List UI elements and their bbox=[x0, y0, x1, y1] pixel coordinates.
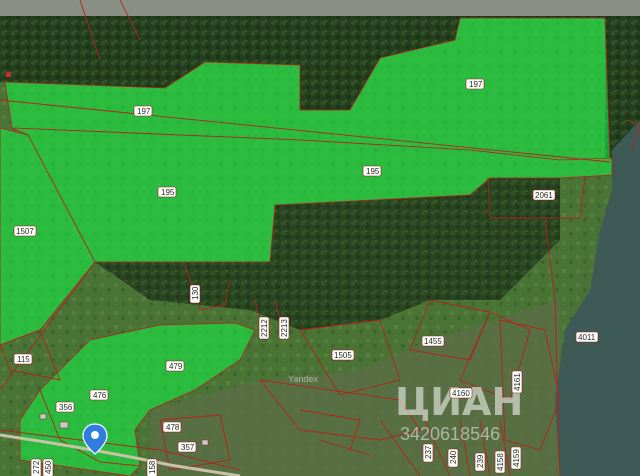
parcel-label-478[interactable]: 478 bbox=[162, 421, 182, 433]
parcel-label-476[interactable]: 476 bbox=[89, 389, 109, 401]
svg-text:237: 237 bbox=[424, 445, 433, 459]
parcel-label-4160[interactable]: 4160 bbox=[449, 387, 473, 399]
svg-text:4011: 4011 bbox=[578, 333, 596, 342]
svg-text:450: 450 bbox=[44, 460, 53, 474]
svg-text:2061: 2061 bbox=[535, 191, 553, 200]
svg-text:197: 197 bbox=[137, 107, 151, 116]
building bbox=[39, 413, 47, 420]
svg-text:4159: 4159 bbox=[512, 449, 521, 467]
parcel-label-1505[interactable]: 1505 bbox=[331, 349, 355, 361]
svg-text:479: 479 bbox=[169, 362, 183, 371]
svg-text:357: 357 bbox=[181, 443, 195, 452]
parcel-label-237[interactable]: 237 bbox=[422, 443, 434, 463]
parcel-label-4011[interactable]: 4011 bbox=[575, 331, 599, 343]
parcel-label-240[interactable]: 240 bbox=[447, 448, 459, 468]
top-strip bbox=[0, 0, 640, 16]
parcel-label-356[interactable]: 356 bbox=[55, 401, 75, 413]
parcel-label-195b[interactable]: 195 bbox=[362, 165, 382, 177]
svg-text:239: 239 bbox=[476, 454, 485, 468]
parcel-label-4161[interactable]: 4161 bbox=[511, 370, 523, 394]
parcel-label-2061[interactable]: 2061 bbox=[532, 189, 556, 201]
building bbox=[59, 421, 69, 429]
watermark-code: 3420618546 bbox=[400, 424, 500, 444]
svg-text:356: 356 bbox=[59, 403, 73, 412]
parcel-label-357[interactable]: 357 bbox=[177, 441, 197, 453]
svg-text:195: 195 bbox=[366, 167, 380, 176]
parcel-label-195a[interactable]: 195 bbox=[157, 186, 177, 198]
svg-text:1507: 1507 bbox=[16, 227, 34, 236]
svg-text:4161: 4161 bbox=[513, 373, 522, 391]
parcel-label-130[interactable]: 130 bbox=[189, 284, 201, 304]
cadastral-map[interactable]: ЦИАН 3420618546 Yandex 197 197 195 195 1… bbox=[0, 0, 640, 476]
building bbox=[201, 439, 209, 446]
svg-text:115: 115 bbox=[17, 355, 30, 364]
parcel-label-158[interactable]: 158 bbox=[146, 458, 158, 476]
svg-text:130: 130 bbox=[191, 286, 200, 300]
parcel-label-479[interactable]: 479 bbox=[165, 360, 185, 372]
parcel-label-2213[interactable]: 2213 bbox=[278, 316, 290, 340]
svg-text:2213: 2213 bbox=[280, 319, 289, 337]
parcel-label-450[interactable]: 450 bbox=[42, 458, 54, 476]
building bbox=[5, 71, 12, 78]
parcel-label-272[interactable]: 272 bbox=[30, 458, 42, 476]
parcel-label-1507[interactable]: 1507 bbox=[13, 225, 37, 237]
parcel-label-197a[interactable]: 197 bbox=[133, 105, 153, 117]
svg-text:1455: 1455 bbox=[424, 337, 442, 346]
svg-text:2212: 2212 bbox=[260, 319, 269, 337]
parcel-label-239[interactable]: 239 bbox=[474, 452, 486, 472]
svg-text:197: 197 bbox=[469, 80, 483, 89]
svg-text:272: 272 bbox=[32, 460, 41, 474]
parcel-label-4159[interactable]: 4159 bbox=[510, 446, 522, 470]
parcel-label-115[interactable]: 115 bbox=[13, 353, 33, 365]
svg-text:4158: 4158 bbox=[496, 453, 505, 471]
parcel-label-1455[interactable]: 1455 bbox=[421, 335, 445, 347]
svg-text:478: 478 bbox=[166, 423, 180, 432]
svg-text:195: 195 bbox=[161, 188, 175, 197]
svg-text:1505: 1505 bbox=[334, 351, 352, 360]
svg-text:476: 476 bbox=[93, 391, 107, 400]
watermark-brand: ЦИАН bbox=[395, 380, 523, 424]
watermark-yandex: Yandex bbox=[288, 374, 318, 384]
parcel-label-2212[interactable]: 2212 bbox=[258, 316, 270, 340]
svg-text:240: 240 bbox=[449, 450, 458, 464]
svg-text:158: 158 bbox=[148, 460, 157, 474]
parcel-label-197b[interactable]: 197 bbox=[465, 78, 485, 90]
parcel-label-4158[interactable]: 4158 bbox=[494, 450, 506, 474]
svg-text:4160: 4160 bbox=[452, 389, 470, 398]
